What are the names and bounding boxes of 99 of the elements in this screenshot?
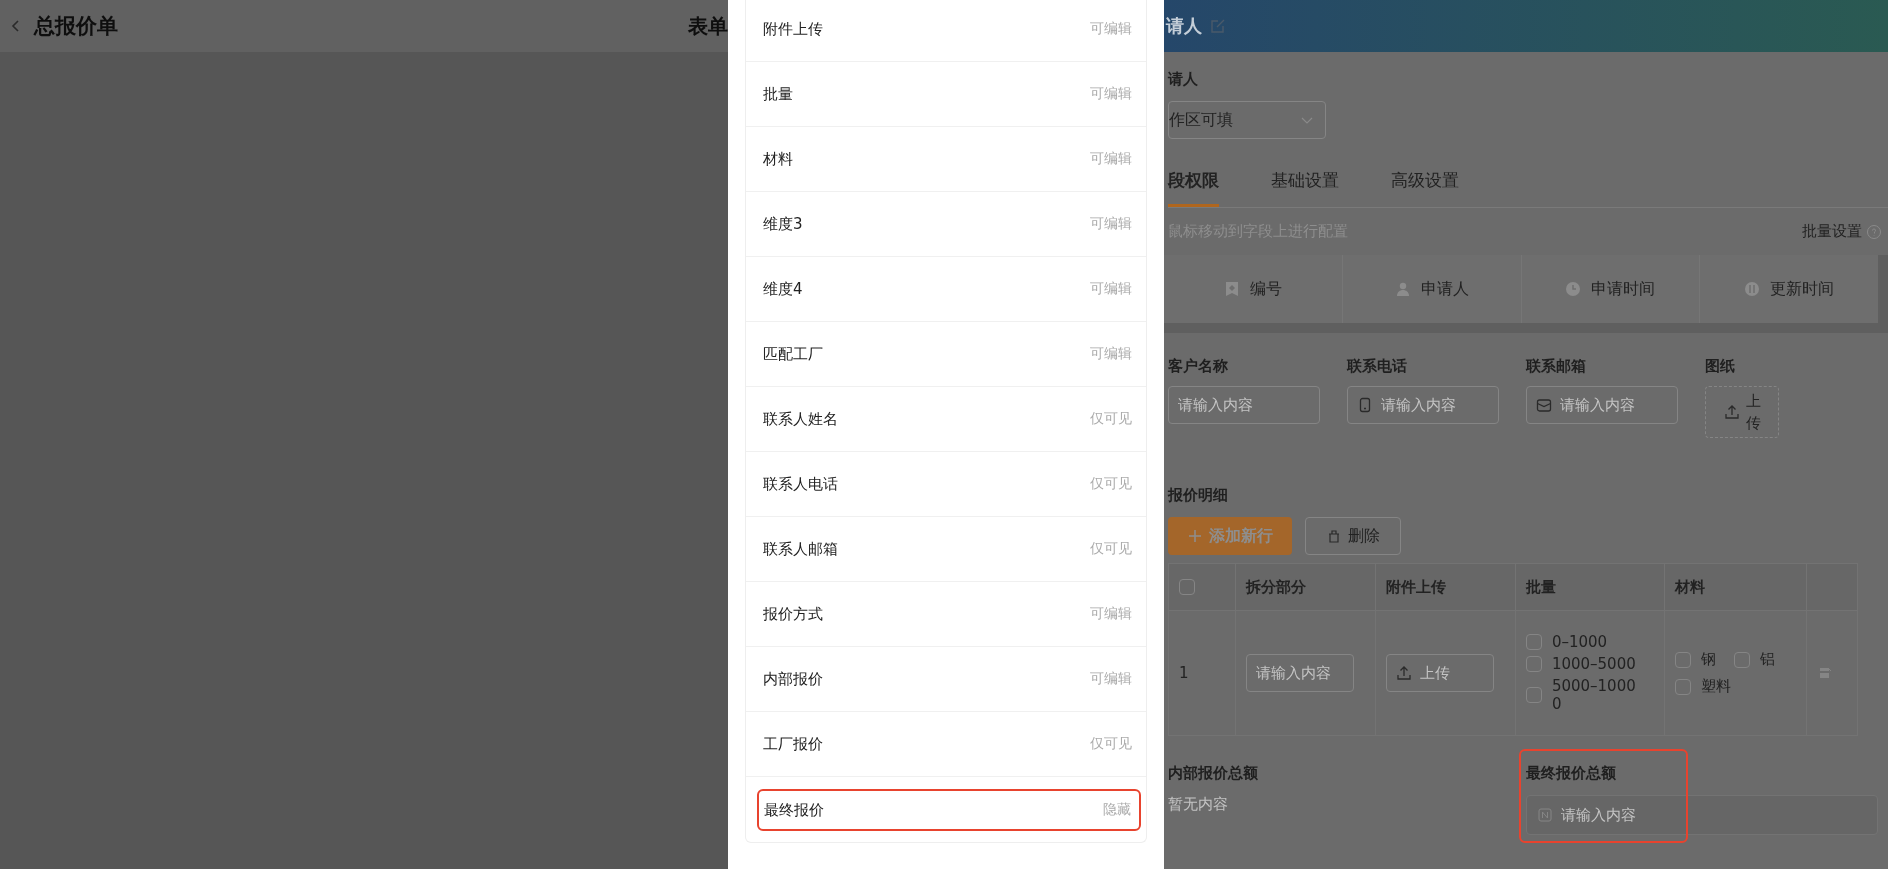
field-permission-row[interactable]: 维度4 可编辑 [746, 257, 1146, 322]
edit-icon [1210, 18, 1226, 34]
section-title: 报价明细 [1168, 486, 1229, 505]
option-label: 5000–10000 [1551, 677, 1637, 713]
checkbox[interactable] [1525, 656, 1542, 672]
permission-label: 可编辑 [1090, 280, 1132, 298]
settings-tab[interactable]: 高级设置 [1391, 161, 1459, 207]
bookmark-icon [1223, 281, 1240, 297]
clock-icon [1565, 281, 1582, 297]
permission-label: 可编辑 [1090, 85, 1132, 103]
field-permission-row[interactable]: 最终报价 隐藏 [757, 789, 1141, 831]
person-icon [1394, 281, 1411, 297]
field-name: 联系人姓名 [763, 409, 838, 429]
checkbox[interactable] [1733, 651, 1750, 668]
field-name: 材料 [763, 149, 793, 169]
header-title: 请人 [1166, 14, 1202, 38]
permission-label: 仅可见 [1090, 735, 1132, 753]
checkbox[interactable] [1674, 651, 1691, 668]
upload-icon [1395, 665, 1412, 681]
field-permission-row[interactable]: 匹配工厂 可编辑 [746, 322, 1146, 387]
number-field-icon [1537, 807, 1553, 823]
row-action-icon [1817, 665, 1833, 681]
field-name: 联系人邮箱 [763, 539, 838, 559]
system-field[interactable]: 申请人 [1420, 278, 1469, 300]
field-label: 客户名称 [1168, 357, 1229, 376]
trash-icon [1326, 528, 1342, 544]
system-field[interactable]: 编号 [1249, 278, 1282, 300]
field-name: 匹配工厂 [763, 344, 823, 364]
column-header: 批量 [1515, 563, 1665, 611]
field-label: 内部报价总额 [1168, 764, 1259, 783]
option-label: 钢 [1700, 650, 1716, 669]
permission-label: 可编辑 [1090, 215, 1132, 233]
field-name: 附件上传 [763, 19, 823, 39]
field-name: 工厂报价 [763, 734, 823, 754]
option-label: 铝 [1759, 650, 1775, 669]
field-permission-row[interactable]: 联系人邮箱 仅可见 [746, 517, 1146, 582]
input-field[interactable]: 请输入内容 [1246, 654, 1354, 692]
permission-label: 可编辑 [1090, 150, 1132, 168]
field-name: 批量 [763, 84, 793, 104]
field-name: 维度4 [763, 279, 803, 299]
field-name: 联系人电话 [763, 474, 838, 494]
column-header: 材料 [1664, 563, 1807, 611]
field-name: 报价方式 [763, 604, 823, 624]
system-field[interactable]: 申请时间 [1591, 278, 1656, 300]
input-field[interactable]: 请输入内容 [1168, 386, 1320, 424]
field-permission-row[interactable]: 内部报价 可编辑 [746, 647, 1146, 712]
applicant-select[interactable]: 作区可填 [1168, 101, 1326, 139]
delete-button[interactable]: 删除 [1305, 517, 1401, 555]
settings-tab[interactable]: 基础设置 [1271, 161, 1339, 207]
page-title: 总报价单 [34, 13, 118, 40]
checkbox[interactable] [1525, 634, 1542, 650]
field-permission-row[interactable]: 工厂报价 仅可见 [746, 712, 1146, 777]
permission-label: 可编辑 [1090, 20, 1132, 38]
field-permission-row[interactable]: 报价方式 可编辑 [746, 582, 1146, 647]
permission-label: 仅可见 [1090, 540, 1132, 558]
field-name: 最终报价 [764, 800, 824, 820]
upload-icon [1723, 404, 1740, 420]
field-permission-row[interactable]: 联系人姓名 仅可见 [746, 387, 1146, 452]
select-all-checkbox[interactable] [1179, 579, 1195, 595]
permission-label: 仅可见 [1090, 410, 1132, 428]
mail-icon [1536, 397, 1552, 413]
center-title: 表单 [688, 12, 728, 40]
empty-text: 暂无内容 [1168, 795, 1229, 814]
upload-button[interactable]: 上传 [1385, 654, 1494, 692]
field-name: 维度3 [763, 214, 803, 234]
option-label: 0–1000 [1551, 633, 1609, 651]
upload-button[interactable]: 上传 [1705, 386, 1779, 438]
field-name: 内部报价 [763, 669, 823, 689]
field-permission-row[interactable]: 批量 可编辑 [746, 62, 1146, 127]
field-permission-row[interactable]: 材料 可编辑 [746, 127, 1146, 192]
field-label: 联系邮箱 [1526, 357, 1587, 376]
permission-label: 可编辑 [1090, 605, 1132, 623]
column-header: 拆分部分 [1235, 563, 1376, 611]
permission-label: 可编辑 [1090, 345, 1132, 363]
checkbox[interactable] [1525, 687, 1542, 703]
field-permission-row[interactable]: 维度3 可编辑 [746, 192, 1146, 257]
option-label: 塑料 [1700, 677, 1731, 696]
system-field[interactable]: 更新时间 [1770, 278, 1835, 300]
permission-label: 隐藏 [1103, 801, 1131, 819]
field-label: 联系电话 [1347, 357, 1408, 376]
input-field[interactable]: 请输入内容 [1526, 386, 1678, 424]
permission-label: 仅可见 [1090, 475, 1132, 493]
input-field[interactable]: 请输入内容 [1526, 795, 1878, 835]
batch-settings-link[interactable]: 批量设置 [1802, 222, 1862, 241]
help-icon [1866, 223, 1882, 240]
applicant-label: 请人 [1168, 70, 1199, 89]
row-index: 1 [1168, 610, 1236, 736]
permission-label: 可编辑 [1090, 670, 1132, 688]
phone-icon [1357, 397, 1373, 413]
number-icon [1744, 281, 1761, 297]
plus-icon [1187, 528, 1203, 544]
checkbox[interactable] [1674, 678, 1691, 695]
column-header: 附件上传 [1375, 563, 1516, 611]
field-label: 图纸 [1705, 357, 1736, 376]
field-label: 最终报价总额 [1526, 764, 1617, 783]
field-permission-row[interactable]: 附件上传 可编辑 [746, 0, 1146, 62]
field-permission-row[interactable]: 联系人电话 仅可见 [746, 452, 1146, 517]
option-label: 1000–5000 [1551, 655, 1637, 673]
input-field[interactable]: 请输入内容 [1347, 386, 1499, 424]
